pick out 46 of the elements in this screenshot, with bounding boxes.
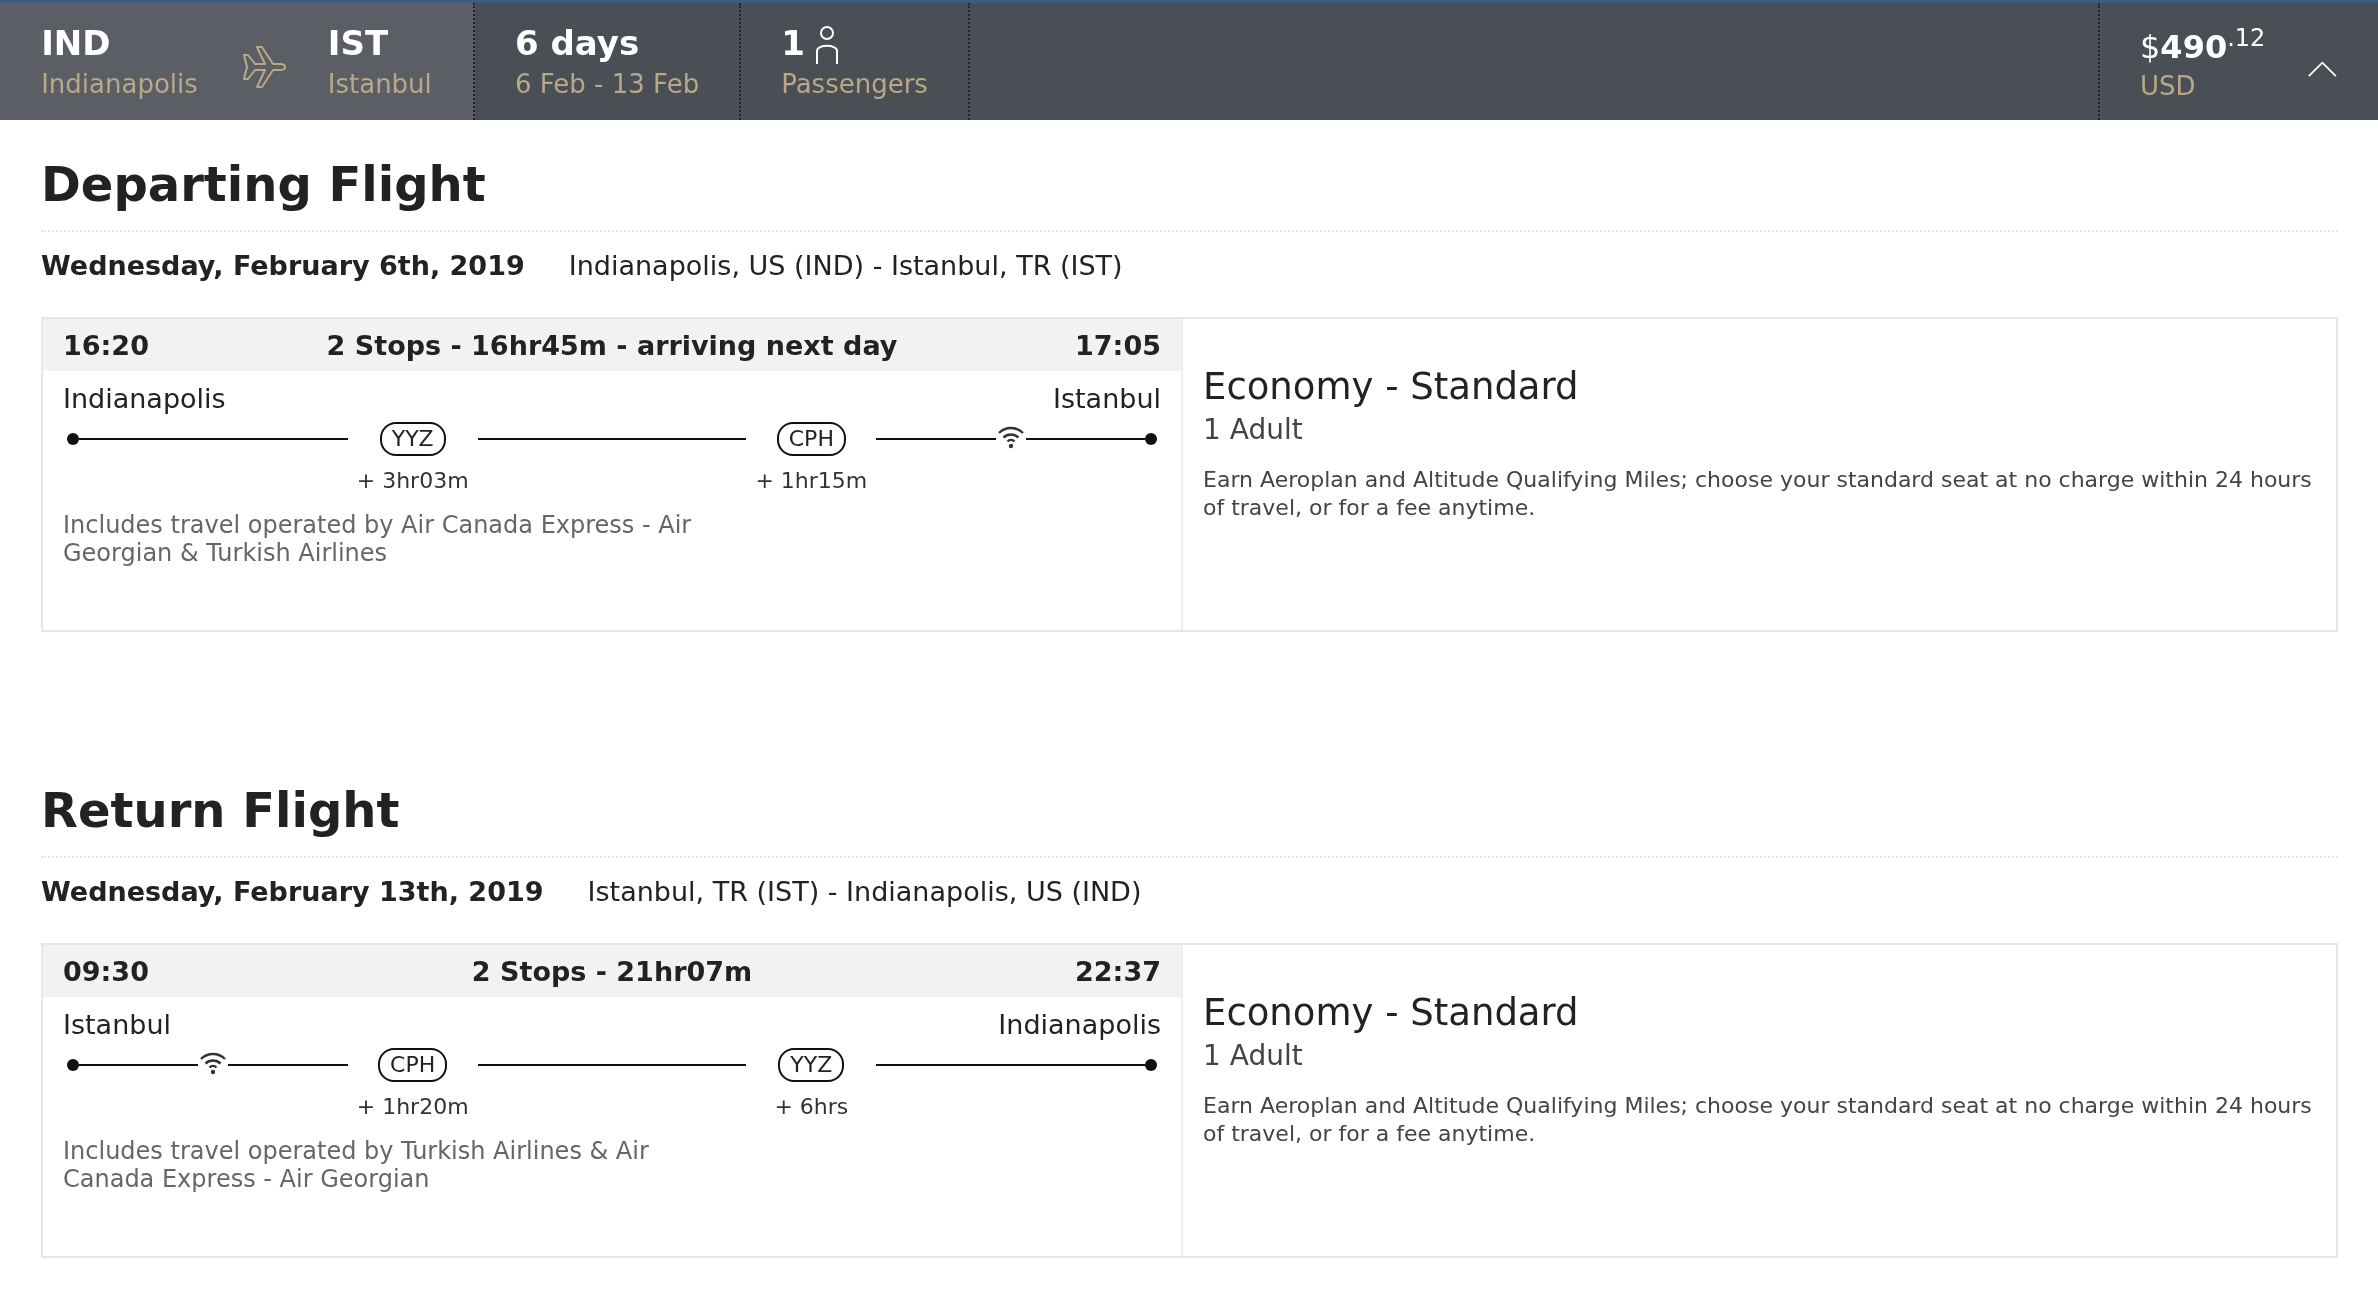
route-section[interactable]: IND Indianapolis IST Istanbul xyxy=(0,3,475,120)
traveller-count: 1 Adult xyxy=(1203,413,1304,446)
fare-class: Economy - Standard xyxy=(1203,991,1580,1035)
layover-time: + 1hr15m xyxy=(755,468,868,493)
arrival-time: 17:05 xyxy=(1075,329,1161,361)
fare-description: Earn Aeroplan and Altitude Qualifying Miles; choose your standard seat at no charge within 24 hours of travel, or for a fee anytime. xyxy=(1203,1092,2313,1148)
layover-time: + 3hr03m xyxy=(356,468,469,493)
departure-time: 09:30 xyxy=(63,955,149,987)
traveller-count: 1 Adult xyxy=(1203,1039,1304,1072)
fare-class: Economy - Standard xyxy=(1203,365,1580,409)
flight-date: Wednesday, February 13th, 2019 xyxy=(41,876,544,907)
flight-date: Wednesday, February 6th, 2019 xyxy=(41,250,525,281)
section-heading: Departing Flight xyxy=(41,120,2338,232)
trip-length: 6 days xyxy=(515,21,641,65)
stop-airport: YYZ xyxy=(778,1048,845,1082)
origin-code: IND xyxy=(41,21,112,65)
destination-city: Istanbul xyxy=(327,67,432,101)
person-icon xyxy=(814,24,839,65)
destination-code: IST xyxy=(327,21,390,65)
origin-city: Indianapolis xyxy=(63,383,226,414)
passengers-section[interactable]: 1 Passengers xyxy=(741,3,970,120)
stop-airport: CPH xyxy=(378,1048,448,1082)
operator-note: Includes travel operated by Turkish Airlines & Air Canada Express - Air Georgian xyxy=(63,1137,650,1193)
origin-city: Indianapolis xyxy=(41,67,198,101)
passenger-count: 1 xyxy=(781,21,805,65)
layover-time: + 1hr20m xyxy=(356,1094,469,1119)
passengers-label: Passengers xyxy=(781,67,928,101)
section-heading: Return Flight xyxy=(41,632,2338,858)
flight-summary: 2 Stops - 21hr07m xyxy=(471,955,753,987)
dates-section[interactable]: 6 days 6 Feb - 13 Feb xyxy=(475,3,742,120)
layover-time: + 6hrs xyxy=(774,1094,849,1119)
flight-summary: 2 Stops - 16hr45m - arriving next day xyxy=(326,329,898,361)
trip-dates: 6 Feb - 13 Feb xyxy=(515,67,700,101)
stop-airport: YYZ xyxy=(379,422,446,456)
departure-time: 16:20 xyxy=(63,329,149,361)
fare-description: Earn Aeroplan and Altitude Qualifying Miles; choose your standard seat at no charge within 24 hours of travel, or for a fee anytime. xyxy=(1203,466,2313,522)
currency: USD xyxy=(2140,69,2197,103)
destination-city: Istanbul xyxy=(1052,383,1161,414)
total-price: $490$^{.12}$ xyxy=(2140,23,2266,67)
operator-note: Includes travel operated by Air Canada Express - Air Georgian & Turkish Airlines xyxy=(63,511,693,567)
arrival-time: 22:37 xyxy=(1075,955,1161,987)
route-text: Indianapolis, US (IND) - Istanbul, TR (IST) xyxy=(568,250,1123,281)
origin-city: Istanbul xyxy=(63,1009,172,1040)
route-text: Istanbul, TR (IST) - Indianapolis, US (IND) xyxy=(587,876,1142,907)
destination-city: Indianapolis xyxy=(998,1009,1161,1040)
stop-airport: CPH xyxy=(776,422,846,456)
